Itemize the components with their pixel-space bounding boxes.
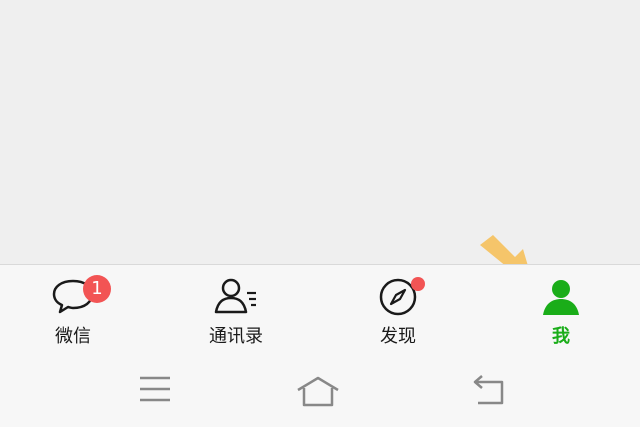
tab-contacts[interactable]: 通讯录 [176, 265, 296, 355]
tab-label-wechat: 微信 [55, 326, 91, 347]
menu-icon[interactable] [139, 375, 171, 403]
tab-wechat[interactable]: 1 微信 [13, 265, 133, 355]
unread-badge: 1 [83, 275, 111, 303]
tab-label-me: 我 [552, 326, 570, 347]
tab-label-contacts: 通讯录 [209, 326, 263, 347]
person-icon [543, 280, 579, 315]
home-icon[interactable] [296, 375, 340, 407]
contacts-icon [214, 278, 256, 314]
tab-label-discover: 发现 [380, 326, 416, 347]
content-area [0, 0, 640, 264]
system-navigation-bar [0, 355, 640, 427]
bottom-tab-bar: 1 微信 通讯录 发现 我 [0, 264, 640, 355]
new-content-dot [411, 277, 425, 291]
back-icon[interactable] [472, 375, 506, 405]
tab-me[interactable]: 我 [501, 265, 621, 355]
tab-discover[interactable]: 发现 [338, 265, 458, 355]
